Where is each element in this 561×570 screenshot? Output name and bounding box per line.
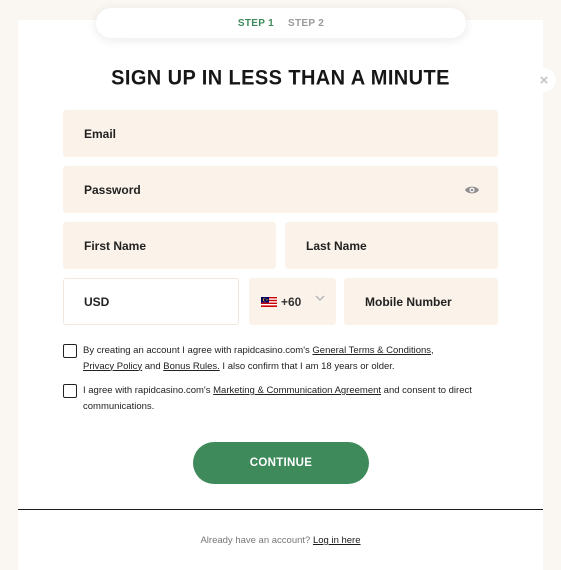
step-1-label: STEP 1 [237,17,274,29]
bonus-rules-link[interactable]: Bonus Rules. [163,361,220,372]
phone-code-select[interactable]: +60 [249,278,336,325]
currency-select[interactable]: USD [63,278,239,325]
step-indicator: STEP 1 STEP 2 [96,8,466,38]
divider [18,509,543,510]
chevron-down-icon [315,295,325,301]
mobile-number-field[interactable]: Mobile Number [344,278,498,325]
email-placeholder: Email [84,126,117,141]
mobile-number-placeholder: Mobile Number [365,294,452,309]
step-2-label: STEP 2 [288,17,325,29]
last-name-placeholder: Last Name [306,238,367,253]
first-name-field[interactable]: First Name [63,222,276,269]
marketing-consent-text: I agree with rapidcasino.com's Marketing… [83,385,472,412]
continue-button[interactable]: CONTINUE [193,442,369,484]
last-name-field[interactable]: Last Name [285,222,498,269]
terms-consent-text: By creating an account I agree with rapi… [83,345,434,372]
currency-value: USD [84,294,110,309]
password-placeholder: Password [84,182,141,197]
marketing-checkbox[interactable] [63,384,77,398]
email-field[interactable]: Email [63,110,498,157]
login-prompt-text: Already have an account? [200,535,311,546]
first-name-placeholder: First Name [84,238,147,253]
marketing-agreement-link[interactable]: Marketing & Communication Agreement [213,385,381,396]
general-terms-link[interactable]: General Terms & Conditions [312,345,431,356]
login-link[interactable]: Log in here [313,535,361,546]
malaysia-flag-icon [261,296,277,307]
login-prompt: Already have an account? Log in here [0,535,561,546]
phone-code-value: +60 [281,294,302,309]
password-field[interactable]: Password [63,166,498,213]
privacy-policy-link[interactable]: Privacy Policy [83,361,142,372]
eye-icon[interactable] [464,184,480,195]
terms-checkbox[interactable] [63,344,77,358]
page-title: SIGN UP IN LESS THAN A MINUTE [111,66,450,90]
